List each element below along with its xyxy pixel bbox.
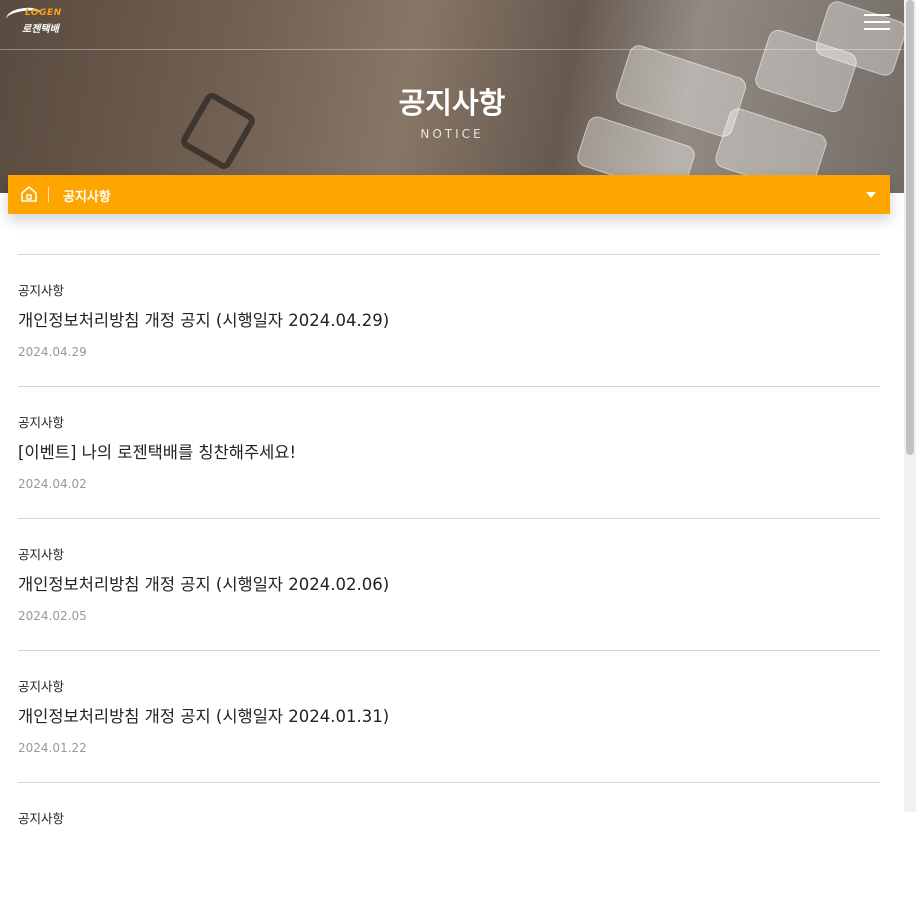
notice-title[interactable]: 개인정보처리방침 개정 공지 (시행일자 2024.01.31) [18,703,389,727]
breadcrumb-current[interactable]: 공지사항 [63,186,111,205]
notice-category: 공지사항 [18,415,65,430]
notice-list: 공지사항 개인정보처리방침 개정 공지 (시행일자 2024.04.29) 20… [18,254,880,914]
notice-title[interactable]: [이벤트] 나의 로젠택배를 칭찬해주세요! [18,439,296,463]
page-title: 공지사항 [398,86,506,120]
notice-date: 2024.02.05 [18,609,87,623]
list-item[interactable]: 공지사항 개인정보처리방침 개정 공지 (시행일자 2024.01.31) 20… [18,650,880,782]
notice-category: 공지사항 [18,811,65,826]
notice-title[interactable]: 개인정보처리방침 개정 공지 (시행일자 2024.02.06) [18,571,389,595]
notice-title[interactable]: 개인정보처리방침 개정 공지 (시행일자 2024.04.29) [18,307,389,331]
notice-category: 공지사항 [18,679,65,694]
logo-text-en: LOGEN [25,8,62,18]
hamburger-menu-icon[interactable] [864,12,890,32]
hero-banner: LOGEN 로젠택배 공지사항 NOTICE [0,0,904,193]
page-scrollbar[interactable] [904,0,916,812]
notice-date: 2024.01.22 [18,741,87,755]
list-item[interactable]: 공지사항 [18,782,880,914]
caret-down-icon[interactable] [866,192,876,198]
notice-date: 2024.04.02 [18,477,87,491]
page-subtitle: NOTICE [420,127,484,141]
breadcrumb-divider [48,187,49,202]
notice-category: 공지사항 [18,283,65,298]
logo-text-kr: 로젠택배 [22,24,59,35]
list-item[interactable]: 공지사항 개인정보처리방침 개정 공지 (시행일자 2024.02.06) 20… [18,518,880,650]
home-icon[interactable] [20,185,38,203]
notice-date: 2024.04.29 [18,345,87,359]
top-header: LOGEN 로젠택배 [0,0,904,50]
scrollbar-thumb[interactable] [906,0,914,455]
logen-logo[interactable]: LOGEN 로젠택배 [4,5,66,40]
list-item[interactable]: 공지사항 [이벤트] 나의 로젠택배를 칭찬해주세요! 2024.04.02 [18,386,880,518]
breadcrumb: 공지사항 [8,175,890,214]
list-item[interactable]: 공지사항 개인정보처리방침 개정 공지 (시행일자 2024.04.29) 20… [18,254,880,386]
notice-category: 공지사항 [18,547,65,562]
